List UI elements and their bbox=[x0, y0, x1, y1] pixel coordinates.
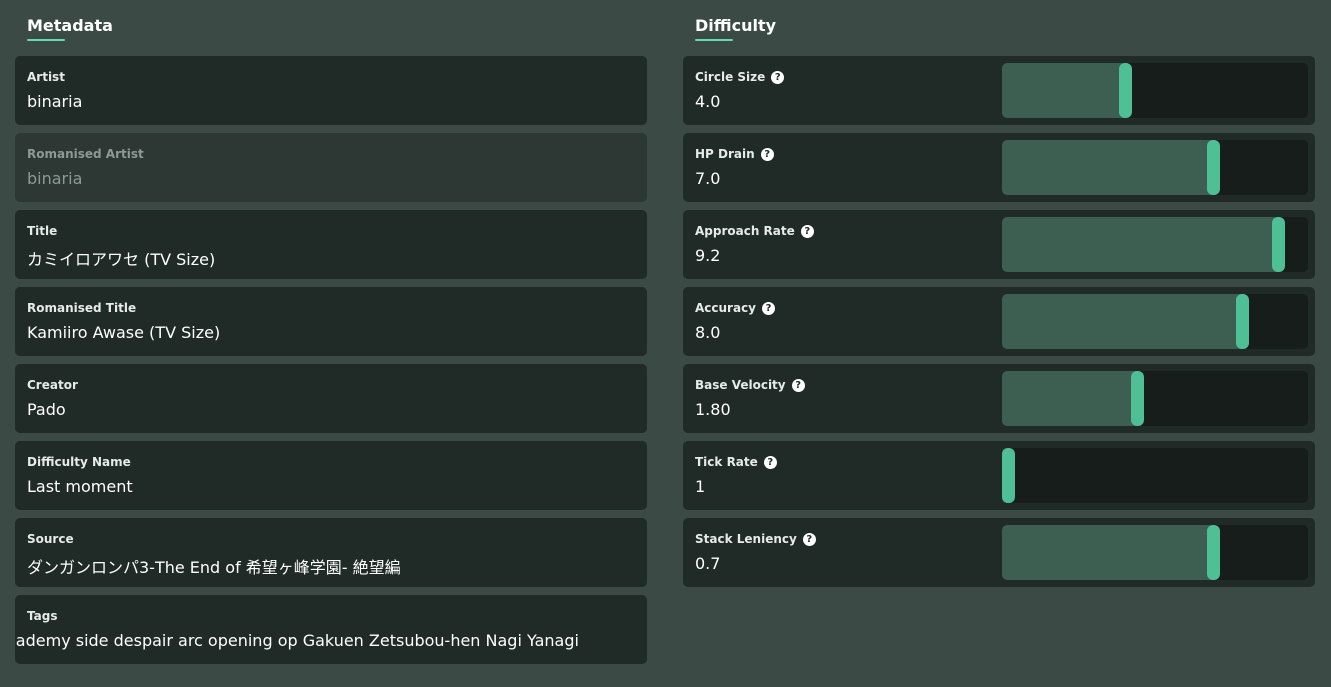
slider-handle[interactable] bbox=[1119, 63, 1133, 118]
tags-label: Tags bbox=[27, 609, 58, 623]
creator-input[interactable]: Pado bbox=[27, 400, 66, 419]
base-velocity-slider[interactable] bbox=[1002, 371, 1308, 426]
help-icon[interactable]: ? bbox=[763, 456, 777, 469]
tick-rate-label: Tick Rate? bbox=[695, 455, 777, 469]
stack-leniency-slider[interactable] bbox=[1002, 525, 1308, 580]
accuracy-label-text: Accuracy bbox=[695, 301, 757, 315]
title-field[interactable]: Title カミイロアワセ (TV Size) bbox=[15, 210, 647, 279]
romanised-artist-input: binaria bbox=[27, 169, 83, 188]
circle-size-label-text: Circle Size bbox=[695, 70, 766, 84]
source-label: Source bbox=[27, 532, 74, 546]
tags-input[interactable]: cademy side despair arc opening op Gakue… bbox=[15, 631, 579, 650]
accuracy-label: Accuracy? bbox=[695, 301, 776, 315]
artist-field[interactable]: Artist binaria bbox=[15, 56, 647, 125]
stack-leniency-value: 0.7 bbox=[695, 554, 721, 573]
circle-size-slider[interactable] bbox=[1002, 63, 1308, 118]
romanised-title-field[interactable]: Romanised Title Kamiiro Awase (TV Size) bbox=[15, 287, 647, 356]
artist-input[interactable]: binaria bbox=[27, 92, 82, 111]
base-velocity-label-text: Base Velocity bbox=[695, 378, 786, 392]
slider-handle[interactable] bbox=[1236, 294, 1250, 349]
difficulty-name-label: Difficulty Name bbox=[27, 455, 131, 469]
help-icon[interactable]: ? bbox=[771, 71, 785, 84]
tags-field[interactable]: Tags cademy side despair arc opening op … bbox=[15, 595, 647, 664]
help-icon[interactable]: ? bbox=[791, 379, 805, 392]
approach-rate-label: Approach Rate? bbox=[695, 224, 814, 238]
circle-size-setting: Circle Size? 4.0 bbox=[683, 56, 1315, 125]
hp-drain-setting: HP Drain? 7.0 bbox=[683, 133, 1315, 202]
romanised-artist-field: Romanised Artist binaria bbox=[15, 133, 647, 202]
stack-leniency-label: Stack Leniency? bbox=[695, 532, 816, 546]
tick-rate-setting: Tick Rate? 1 bbox=[683, 441, 1315, 510]
creator-field[interactable]: Creator Pado bbox=[15, 364, 647, 433]
hp-drain-label-text: HP Drain bbox=[695, 147, 755, 161]
slider-handle[interactable] bbox=[1207, 525, 1221, 580]
slider-fill bbox=[1002, 140, 1214, 195]
slider-fill bbox=[1002, 217, 1279, 272]
title-label: Title bbox=[27, 224, 58, 238]
hp-drain-value: 7.0 bbox=[695, 169, 721, 188]
stack-leniency-setting: Stack Leniency? 0.7 bbox=[683, 518, 1315, 587]
hp-drain-slider[interactable] bbox=[1002, 140, 1308, 195]
help-icon[interactable]: ? bbox=[760, 148, 774, 161]
slider-fill bbox=[1002, 294, 1243, 349]
circle-size-value: 4.0 bbox=[695, 92, 721, 111]
accuracy-slider[interactable] bbox=[1002, 294, 1308, 349]
difficulty-name-field[interactable]: Difficulty Name Last moment bbox=[15, 441, 647, 510]
metadata-section-title: Metadata bbox=[27, 16, 113, 41]
slider-fill bbox=[1002, 371, 1138, 426]
base-velocity-setting: Base Velocity? 1.80 bbox=[683, 364, 1315, 433]
metadata-column: Artist binaria Romanised Artist binaria … bbox=[15, 56, 647, 672]
slider-handle[interactable] bbox=[1207, 140, 1221, 195]
source-input[interactable]: ダンガンロンパ3-The End of 希望ヶ峰学園- 絶望編 bbox=[27, 554, 401, 578]
slider-handle[interactable] bbox=[1130, 371, 1144, 426]
romanised-title-label: Romanised Title bbox=[27, 301, 137, 315]
tick-rate-label-text: Tick Rate bbox=[695, 455, 758, 469]
slider-fill bbox=[1002, 525, 1214, 580]
difficulty-name-input[interactable]: Last moment bbox=[27, 477, 133, 496]
slider-handle[interactable] bbox=[1271, 217, 1285, 272]
accuracy-setting: Accuracy? 8.0 bbox=[683, 287, 1315, 356]
approach-rate-setting: Approach Rate? 9.2 bbox=[683, 210, 1315, 279]
base-velocity-value: 1.80 bbox=[695, 400, 731, 419]
circle-size-label: Circle Size? bbox=[695, 70, 785, 84]
approach-rate-slider[interactable] bbox=[1002, 217, 1308, 272]
tick-rate-value: 1 bbox=[695, 477, 706, 496]
help-icon[interactable]: ? bbox=[802, 533, 816, 546]
creator-label: Creator bbox=[27, 378, 78, 392]
approach-rate-label-text: Approach Rate bbox=[695, 224, 795, 238]
romanised-title-input[interactable]: Kamiiro Awase (TV Size) bbox=[27, 323, 220, 342]
help-icon[interactable]: ? bbox=[800, 225, 814, 238]
help-icon[interactable]: ? bbox=[762, 302, 776, 315]
slider-handle[interactable] bbox=[1002, 448, 1015, 503]
romanised-artist-label: Romanised Artist bbox=[27, 147, 144, 161]
accuracy-value: 8.0 bbox=[695, 323, 721, 342]
artist-label: Artist bbox=[27, 70, 65, 84]
slider-fill bbox=[1002, 63, 1126, 118]
difficulty-column: Circle Size? 4.0 HP Drain? 7.0 Approach … bbox=[683, 56, 1315, 595]
difficulty-section-title: Difficulty bbox=[695, 16, 776, 41]
approach-rate-value: 9.2 bbox=[695, 246, 721, 265]
title-input[interactable]: カミイロアワセ (TV Size) bbox=[27, 246, 215, 270]
base-velocity-label: Base Velocity? bbox=[695, 378, 805, 392]
tick-rate-slider[interactable] bbox=[1002, 448, 1308, 503]
stack-leniency-label-text: Stack Leniency bbox=[695, 532, 797, 546]
source-field[interactable]: Source ダンガンロンパ3-The End of 希望ヶ峰学園- 絶望編 bbox=[15, 518, 647, 587]
hp-drain-label: HP Drain? bbox=[695, 147, 774, 161]
